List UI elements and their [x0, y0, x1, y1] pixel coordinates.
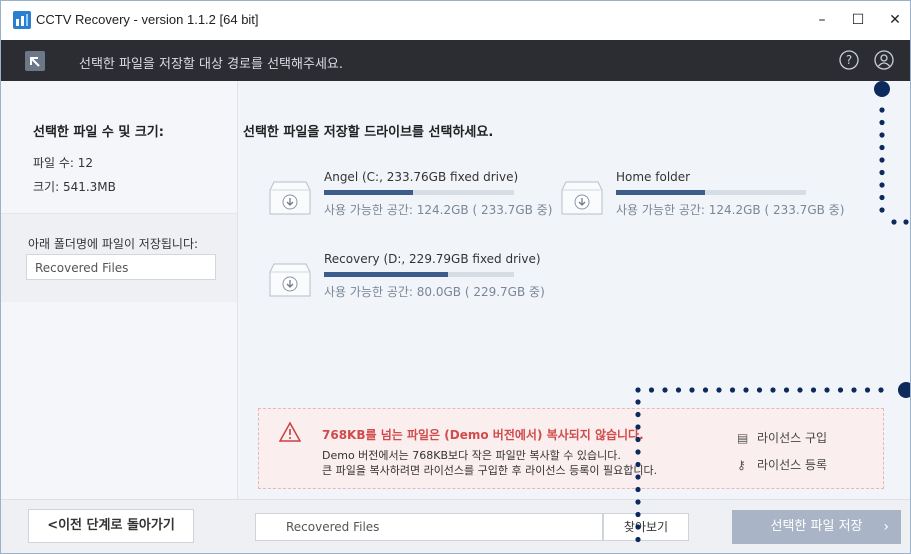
drive-icon [268, 262, 312, 298]
drive-usage-fill [616, 190, 706, 195]
back-arrow-icon[interactable] [25, 51, 45, 71]
drive-item[interactable]: Recovery (D:, 229.79GB fixed drive) 사용 가… [268, 252, 548, 312]
card-icon: ▤ [737, 431, 749, 445]
save-path-input[interactable]: Recovered Files [255, 513, 603, 541]
app-logo-icon [13, 11, 31, 29]
folder-label: 아래 폴더명에 파일이 저장됩니다: [28, 237, 199, 251]
svg-text:?: ? [846, 53, 852, 67]
warning-title: 768KB를 넘는 파일은 (Demo 버전에서) 복사되지 않습니다. [322, 428, 644, 442]
register-license-link[interactable]: ⚷ 라이선스 등록 [737, 456, 827, 473]
title-bar: CCTV Recovery - version 1.1.2 [64 bit] –… [1, 1, 910, 40]
sidebar: 선택한 파일 수 및 크기: 파일 수: 12 크기: 541.3MB 아래 폴… [1, 81, 238, 499]
drive-free-space: 사용 가능한 공간: 124.2GB ( 233.7GB 중) [324, 203, 553, 217]
drive-free-space: 사용 가능한 공간: 80.0GB ( 229.7GB 중) [324, 285, 545, 299]
key-icon: ⚷ [737, 458, 746, 472]
drive-usage-fill [324, 272, 448, 277]
file-count: 파일 수: 12 [33, 156, 94, 170]
warning-icon [278, 421, 302, 443]
buy-license-link[interactable]: ▤ 라이선스 구입 [737, 429, 827, 446]
app-header: 선택한 파일을 저장할 대상 경로를 선택해주세요. ? [1, 40, 910, 81]
folder-name-input[interactable]: Recovered Files [26, 254, 216, 280]
minimize-button[interactable]: – [802, 5, 842, 35]
previous-step-button[interactable]: <이전 단계로 돌아가기 [28, 509, 194, 543]
buy-license-label: 라이선스 구입 [757, 431, 828, 445]
drive-usage-bar [324, 190, 514, 195]
drive-name: Angel (C:, 233.76GB fixed drive) [324, 170, 519, 184]
drive-free-space: 사용 가능한 공간: 124.2GB ( 233.7GB 중) [616, 203, 845, 217]
account-icon[interactable] [873, 49, 895, 71]
drive-item[interactable]: Home folder 사용 가능한 공간: 124.2GB ( 233.7GB… [560, 170, 844, 230]
drive-icon [268, 180, 312, 216]
drive-icon [560, 180, 604, 216]
save-selected-files-button[interactable]: 선택한 파일 저장 › [732, 510, 901, 544]
chevron-right-icon: › [883, 519, 889, 535]
summary-title: 선택한 파일 수 및 크기: [33, 125, 164, 140]
help-icon[interactable]: ? [838, 49, 860, 71]
demo-warning-box: 768KB를 넘는 파일은 (Demo 버전에서) 복사되지 않습니다. Dem… [258, 408, 884, 489]
save-button-label: 선택한 파일 저장 [770, 519, 863, 534]
header-instruction: 선택한 파일을 저장할 대상 경로를 선택해주세요. [79, 57, 343, 72]
bottom-bar: <이전 단계로 돌아가기 Recovered Files 찾아보기 선택한 파일… [1, 499, 910, 554]
warning-line: 큰 파일을 복사하려면 라이선스를 구입한 후 라이선스 등록이 필요합니다. [322, 464, 658, 477]
drive-usage-bar [324, 272, 514, 277]
browse-button[interactable]: 찾아보기 [603, 513, 689, 541]
folder-section: 아래 폴더명에 파일이 저장됩니다: Recovered Files [1, 214, 237, 302]
file-size: 크기: 541.3MB [33, 180, 116, 194]
register-license-label: 라이선스 등록 [757, 458, 828, 472]
selection-summary: 선택한 파일 수 및 크기: 파일 수: 12 크기: 541.3MB [1, 81, 237, 214]
drive-usage-fill [324, 190, 414, 195]
drive-name: Recovery (D:, 229.79GB fixed drive) [324, 252, 541, 266]
close-button[interactable]: ✕ [875, 5, 911, 35]
main-panel: 선택한 파일을 저장할 드라이브를 선택하세요. Angel (C:, 233.… [238, 81, 910, 499]
window-title: CCTV Recovery - version 1.1.2 [64 bit] [36, 12, 259, 27]
warning-line: Demo 버전에서는 768KB보다 작은 파일만 복사할 수 있습니다. [322, 449, 621, 462]
maximize-button[interactable]: ☐ [838, 5, 878, 35]
drive-name: Home folder [616, 170, 691, 184]
main-title: 선택한 파일을 저장할 드라이브를 선택하세요. [243, 125, 494, 140]
drive-usage-bar [616, 190, 806, 195]
drive-item[interactable]: Angel (C:, 233.76GB fixed drive) 사용 가능한 … [268, 170, 552, 230]
